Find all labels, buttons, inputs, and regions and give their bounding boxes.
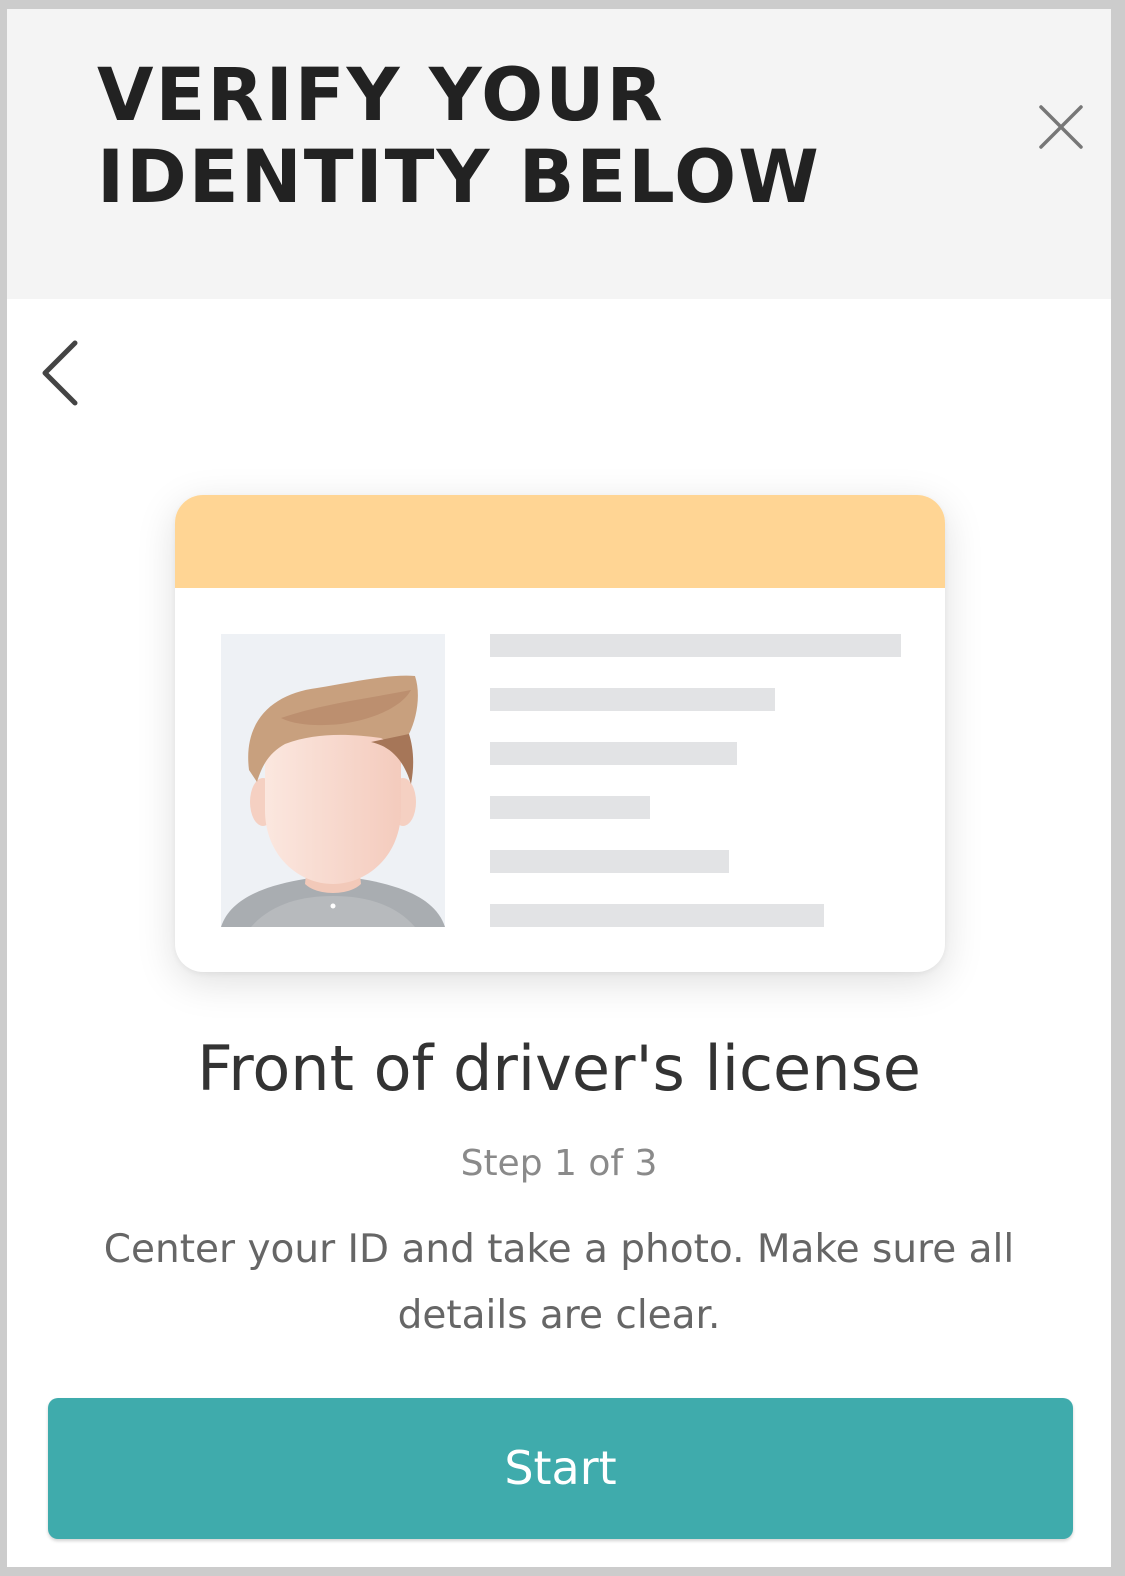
start-button[interactable]: Start: [48, 1398, 1073, 1539]
verification-dialog: VERIFY YOUR IDENTITY BELOW Front of driv…: [7, 9, 1111, 1567]
dialog-title: VERIFY YOUR IDENTITY BELOW: [97, 53, 821, 220]
dialog-header: VERIFY YOUR IDENTITY BELOW: [7, 9, 1111, 299]
id-text-line: [490, 742, 737, 765]
id-text-line: [490, 796, 650, 819]
step-indicator: Step 1 of 3: [460, 1143, 658, 1184]
id-card-header-band: [175, 495, 945, 588]
chevron-left-icon: [42, 340, 78, 406]
document-type-title: Front of driver's license: [197, 1032, 921, 1105]
id-text-line: [490, 688, 775, 711]
close-icon: [1039, 105, 1083, 149]
person-avatar-icon: [221, 675, 445, 927]
back-button[interactable]: [35, 339, 91, 407]
close-button[interactable]: [1033, 99, 1089, 155]
instructions-text: Center your ID and take a photo. Make su…: [103, 1227, 1015, 1338]
drivers-license-illustration: [175, 495, 945, 972]
id-text-line: [490, 904, 824, 927]
id-text-line: [490, 634, 901, 657]
id-photo-portrait: [221, 634, 445, 927]
id-text-line: [490, 850, 729, 873]
